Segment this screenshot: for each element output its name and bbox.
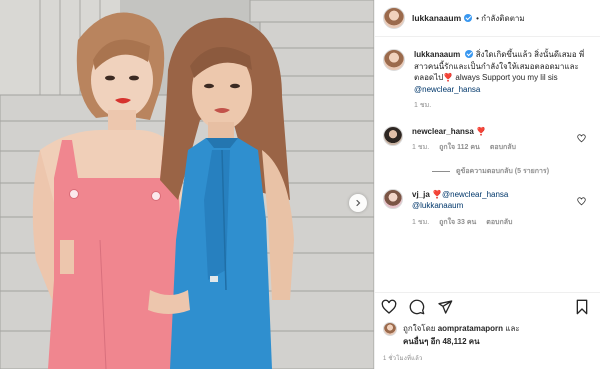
next-photo-button[interactable] [349,194,367,212]
comment-text: ❣️@newclear_hansa [432,189,509,199]
caption-time: 1 ชม. [414,102,432,109]
like-button[interactable] [381,299,397,315]
comment-username[interactable]: newclear_hansa [412,127,474,136]
caption-username[interactable]: lukkanaaum [414,50,460,59]
reply-button[interactable]: ตอบกลับ [490,142,516,154]
bookmark-icon [576,299,588,314]
photo-illustration [0,0,374,369]
avatar[interactable] [383,188,403,209]
caption: lukkanaaum สิ่งใดเกิดขึ้นแล้ว สิ่งนั้นดี… [383,49,592,112]
heart-icon[interactable] [577,133,586,143]
caption-mention[interactable]: @newclear_hansa [414,85,480,94]
likes-and: และ [505,324,520,333]
likes-summary: ถูกใจโดย aompratamaporn และ คนอื่นๆ อีก … [383,322,595,348]
view-replies-button[interactable]: ดูข้อความตอบกลับ (5 รายการ) [432,166,592,177]
reply-button[interactable]: ตอบกลับ [486,217,512,229]
chevron-right-icon [356,199,361,207]
post-timestamp: 1 ชั่วโมงที่แล้ว [383,356,423,362]
comment-button[interactable] [409,299,425,315]
heart-icon [381,299,397,314]
comment-time: 1 ชม. [412,144,430,151]
avatar[interactable] [383,322,397,336]
comment-username[interactable]: vj_ja [412,190,430,199]
verified-icon [465,50,474,58]
comment-mention[interactable]: @lukkanaaum [412,201,463,210]
action-bar [375,292,600,320]
share-button[interactable] [437,299,453,315]
comment-item: newclear_hansa ❣️ 1 ชม. ถูกใจ 112 คน ตอบ… [383,125,592,154]
verified-icon [464,14,473,22]
likes-prefix: ถูกใจโดย [403,324,436,333]
heart-icon[interactable] [577,196,586,206]
comment-item: vj_ja ❣️@newclear_hansa @lukkanaaum 1 ชม… [383,188,592,229]
share-icon [438,299,453,314]
likes-count[interactable]: คนอื่นๆ อีก 48,112 คน [403,337,480,346]
view-replies-label: ดูข้อความตอบกลับ (5 รายการ) [456,167,550,175]
comment-likes[interactable]: ถูกใจ 33 คน [439,217,476,229]
avatar[interactable] [383,7,405,29]
liked-by-user[interactable]: aompratamaporn [438,324,503,333]
comment-icon [409,299,425,314]
comments-section: lukkanaaum สิ่งใดเกิดขึ้นแล้ว สิ่งนั้นดี… [375,37,600,228]
comment-time: 1 ชม. [412,218,430,226]
avatar[interactable] [383,125,403,146]
comment-likes[interactable]: ถูกใจ 112 คน [439,142,480,154]
avatar[interactable] [383,49,405,71]
save-button[interactable] [575,299,589,315]
post-side-panel: lukkanaaum • กำลังติดตาม lukkanaaum สิ่ง… [374,0,600,369]
divider [432,170,450,172]
post-photo [0,0,374,369]
comment-text: ❣️ [476,126,487,136]
post-header: lukkanaaum • กำลังติดตาม [375,0,600,37]
header-username[interactable]: lukkanaaum [412,13,461,23]
following-label[interactable]: • กำลังติดตาม [476,12,525,25]
